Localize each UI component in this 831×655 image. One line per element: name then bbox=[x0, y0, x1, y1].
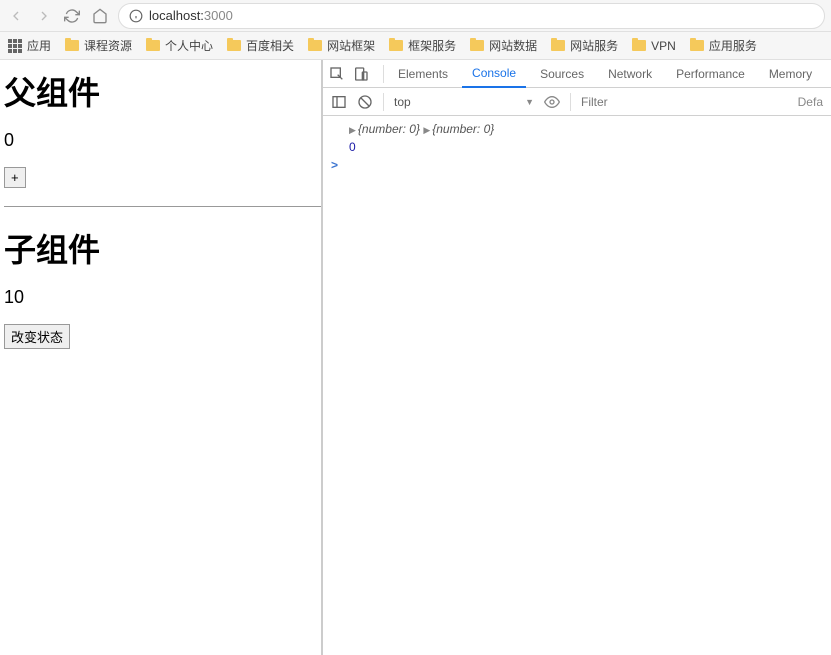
address-bar[interactable]: localhost:3000 bbox=[118, 3, 825, 29]
bookmark-label: 网站框架 bbox=[327, 37, 375, 54]
change-state-button[interactable]: 改变状态 bbox=[4, 324, 70, 349]
bookmark-label: 网站数据 bbox=[489, 37, 537, 54]
bookmark-item[interactable]: 框架服务 bbox=[389, 37, 456, 54]
folder-icon bbox=[690, 40, 704, 51]
nav-forward-button bbox=[34, 6, 54, 26]
apps-label: 应用 bbox=[27, 37, 51, 54]
tab-console[interactable]: Console bbox=[462, 60, 526, 88]
console-toolbar: top ▼ Defa bbox=[323, 88, 831, 116]
child-count: 10 bbox=[4, 287, 321, 308]
page-viewport: 父组件 0 + 子组件 10 改变状态 bbox=[0, 60, 323, 655]
folder-icon bbox=[632, 40, 646, 51]
folder-icon bbox=[470, 40, 484, 51]
filter-input[interactable] bbox=[581, 95, 788, 109]
tab-sources[interactable]: Sources bbox=[530, 61, 594, 87]
bookmark-label: 应用服务 bbox=[709, 37, 757, 54]
bookmark-item[interactable]: 课程资源 bbox=[65, 37, 132, 54]
inspect-icon[interactable] bbox=[329, 66, 345, 82]
info-icon bbox=[129, 9, 143, 23]
device-toggle-icon[interactable] bbox=[353, 66, 369, 82]
clear-console-button[interactable] bbox=[357, 94, 373, 110]
bookmark-item[interactable]: 网站框架 bbox=[308, 37, 375, 54]
bookmark-label: 百度相关 bbox=[246, 37, 294, 54]
folder-icon bbox=[146, 40, 160, 51]
console-sidebar-toggle[interactable] bbox=[331, 94, 347, 110]
bookmark-label: 课程资源 bbox=[84, 37, 132, 54]
bookmark-label: 框架服务 bbox=[408, 37, 456, 54]
bookmark-item[interactable]: 个人中心 bbox=[146, 37, 213, 54]
apps-button[interactable]: 应用 bbox=[8, 37, 51, 54]
increment-button[interactable]: + bbox=[4, 167, 26, 188]
parent-heading: 父组件 bbox=[4, 68, 321, 114]
bookmarks-bar: 应用 课程资源 个人中心 百度相关 网站框架 框架服务 网站数据 网站服务 VPN 应用服务 bbox=[0, 32, 831, 60]
parent-count: 0 bbox=[4, 130, 321, 151]
folder-icon bbox=[389, 40, 403, 51]
console-prompt[interactable]: > bbox=[331, 156, 823, 174]
folder-icon bbox=[227, 40, 241, 51]
bookmark-item[interactable]: VPN bbox=[632, 39, 676, 53]
bookmark-item[interactable]: 百度相关 bbox=[227, 37, 294, 54]
bookmark-label: 个人中心 bbox=[165, 37, 213, 54]
tab-elements[interactable]: Elements bbox=[388, 61, 458, 87]
reload-button[interactable] bbox=[62, 6, 82, 26]
child-heading: 子组件 bbox=[4, 225, 321, 271]
console-line[interactable]: ▶{number: 0} ▶{number: 0} bbox=[331, 120, 823, 138]
bookmark-label: 网站服务 bbox=[570, 37, 618, 54]
context-selector[interactable]: top ▼ bbox=[394, 95, 534, 109]
bookmark-item[interactable]: 应用服务 bbox=[690, 37, 757, 54]
divider bbox=[4, 206, 321, 207]
home-button[interactable] bbox=[90, 6, 110, 26]
console-line[interactable]: 0 bbox=[331, 138, 823, 156]
devtools-tabs: Elements Console Sources Network Perform… bbox=[323, 60, 831, 88]
console-output: ▶{number: 0} ▶{number: 0} 0 > bbox=[323, 116, 831, 655]
tab-memory[interactable]: Memory bbox=[759, 61, 822, 87]
tab-performance[interactable]: Performance bbox=[666, 61, 755, 87]
folder-icon bbox=[65, 40, 79, 51]
browser-toolbar: localhost:3000 bbox=[0, 0, 831, 32]
bookmark-item[interactable]: 网站数据 bbox=[470, 37, 537, 54]
bookmark-item[interactable]: 网站服务 bbox=[551, 37, 618, 54]
nav-back-button bbox=[6, 6, 26, 26]
levels-label[interactable]: Defa bbox=[798, 95, 823, 109]
url-text: localhost:3000 bbox=[149, 8, 233, 23]
folder-icon bbox=[551, 40, 565, 51]
bookmark-label: VPN bbox=[651, 39, 676, 53]
live-expression-icon[interactable] bbox=[544, 94, 560, 110]
folder-icon bbox=[308, 40, 322, 51]
tab-network[interactable]: Network bbox=[598, 61, 662, 87]
devtools-panel: Elements Console Sources Network Perform… bbox=[323, 60, 831, 655]
apps-icon bbox=[8, 39, 22, 53]
